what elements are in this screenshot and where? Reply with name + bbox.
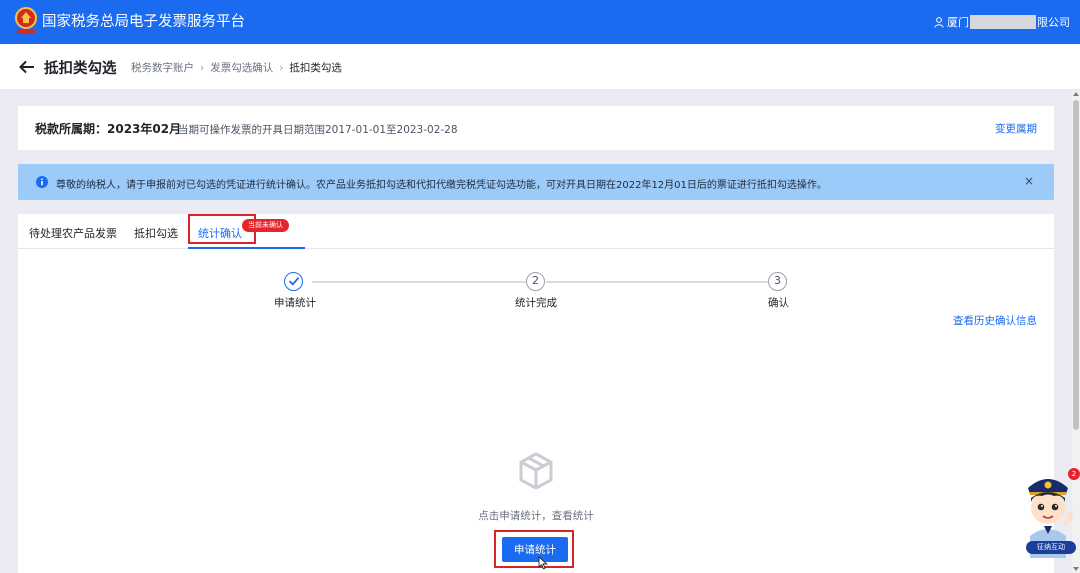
step-2-label: 统计完成	[515, 297, 557, 309]
breadcrumb-bar: 抵扣类勾选 税务数字账户 › 发票勾选确认 › 抵扣类勾选	[0, 44, 1080, 90]
scrollbar-thumb[interactable]	[1073, 100, 1079, 430]
notice-text: 尊敬的纳税人，请于申报前对已勾选的凭证进行统计确认。农产品业务抵扣勾选和代扣代缴…	[56, 180, 827, 191]
notice-banner: 尊敬的纳税人，请于申报前对已勾选的凭证进行统计确认。农产品业务抵扣勾选和代扣代缴…	[18, 164, 1054, 200]
breadcrumb-separator: ›	[279, 61, 284, 74]
tax-period-label: 税款所属期：2023年02月	[35, 122, 182, 136]
empty-state-text: 点击申请统计，查看统计	[478, 510, 594, 522]
step-connector	[312, 281, 526, 283]
progress-steps: 2 3 申请统计 统计完成 确认	[18, 214, 1054, 314]
breadcrumb-item-current: 抵扣类勾选	[289, 62, 342, 74]
top-header: 国家税务总局电子发票服务平台 厦门 限公司	[0, 0, 1080, 44]
tax-period-card: 税款所属期：2023年02月 当期可操作发票的开具日期范围2017-01-01至…	[18, 106, 1054, 150]
close-icon[interactable]: ×	[1024, 174, 1034, 188]
step-2-number: 2	[526, 272, 545, 291]
assistant-label: 征纳互动	[1026, 541, 1076, 554]
app-title: 国家税务总局电子发票服务平台	[42, 14, 245, 30]
breadcrumb: 税务数字账户 › 发票勾选确认 › 抵扣类勾选	[131, 60, 342, 75]
breadcrumb-separator: ›	[200, 61, 205, 74]
breadcrumb-item-tax-account[interactable]: 税务数字账户	[131, 60, 194, 75]
user-account[interactable]: 厦门 限公司	[934, 13, 1070, 31]
info-icon	[36, 176, 48, 188]
page-title: 抵扣类勾选	[44, 61, 117, 77]
breadcrumb-item-invoice-confirm[interactable]: 发票勾选确认	[210, 60, 273, 75]
user-name-redacted	[970, 15, 1036, 29]
scroll-up-arrow-icon[interactable]	[1072, 90, 1080, 98]
invoice-date-range: 当期可操作发票的开具日期范围2017-01-01至2023-02-28	[178, 124, 458, 136]
user-icon	[934, 16, 944, 28]
step-1-label: 申请统计	[274, 297, 316, 309]
step-3-label: 确认	[768, 297, 789, 309]
step-3-number: 3	[768, 272, 787, 291]
empty-box-icon	[519, 452, 553, 490]
back-arrow-icon[interactable]	[18, 58, 36, 76]
user-name-suffix: 限公司	[1037, 16, 1070, 29]
main-panel: 待处理农产品发票 抵扣勾选 统计确认 当前未确认 2 3 申请统计 统计完成 确…	[18, 214, 1054, 573]
apply-statistics-button[interactable]: 申请统计	[502, 537, 568, 562]
check-icon	[288, 277, 299, 286]
user-name-prefix: 厦门	[947, 16, 969, 29]
change-period-link[interactable]: 变更属期	[995, 121, 1037, 136]
notification-badge: 2	[1068, 468, 1080, 480]
scroll-down-arrow-icon[interactable]	[1072, 565, 1080, 573]
step-1-check-icon	[284, 272, 303, 291]
mouse-cursor-icon	[538, 556, 548, 570]
history-confirmation-link[interactable]: 查看历史确认信息	[953, 313, 1037, 328]
step-connector	[546, 281, 768, 283]
tax-emblem-logo	[15, 7, 37, 34]
